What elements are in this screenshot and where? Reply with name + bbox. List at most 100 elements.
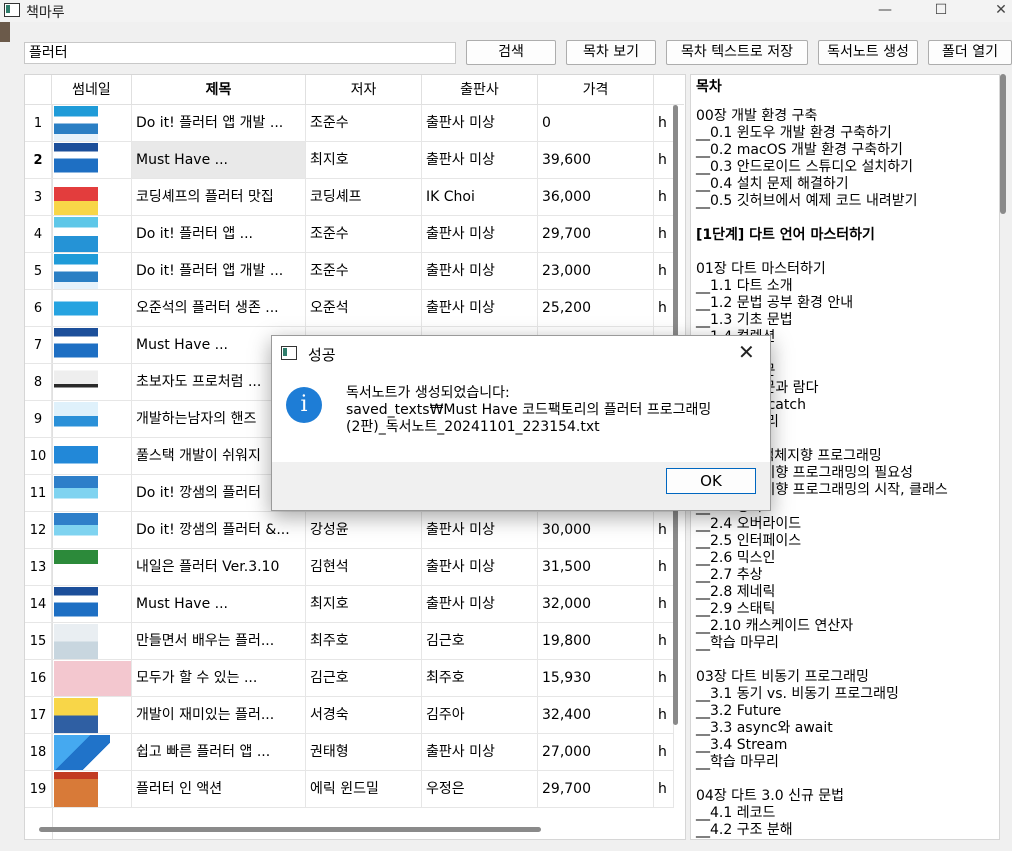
title-cell[interactable]: 플러터 인 액션 xyxy=(132,771,306,808)
toc-vertical-scrollbar[interactable] xyxy=(1000,74,1006,214)
title-cell[interactable]: 모두가 할 수 있는 ... xyxy=(132,660,306,697)
author-cell[interactable]: 조준수 xyxy=(306,253,422,290)
extra-cell[interactable]: h xyxy=(654,660,674,697)
price-cell[interactable]: 31,500 xyxy=(538,549,654,586)
price-cell[interactable]: 32,000 xyxy=(538,586,654,623)
author-cell[interactable]: 서경숙 xyxy=(306,697,422,734)
extra-cell[interactable]: h xyxy=(654,253,674,290)
book-cover-image xyxy=(54,402,98,437)
publisher-cell[interactable]: 우정은 xyxy=(422,771,538,808)
thumbnail-cell xyxy=(52,290,132,327)
success-dialog[interactable]: 성공 ✕ i 독서노트가 생성되었습니다: saved_texts₩Must H… xyxy=(271,335,771,511)
header-publisher[interactable]: 출판사 xyxy=(422,75,538,105)
extra-cell[interactable]: h xyxy=(654,586,674,623)
close-icon[interactable]: ✕ xyxy=(978,0,1012,22)
extra-cell[interactable]: h xyxy=(654,734,674,771)
close-icon[interactable]: ✕ xyxy=(738,340,755,364)
extra-cell[interactable]: h xyxy=(654,697,674,734)
extra-cell[interactable]: h xyxy=(654,105,674,142)
publisher-cell[interactable]: IK Choi xyxy=(422,179,538,216)
publisher-cell[interactable]: 출판사 미상 xyxy=(422,142,538,179)
price-cell[interactable]: 29,700 xyxy=(538,771,654,808)
extra-cell[interactable]: h xyxy=(654,290,674,327)
publisher-cell[interactable]: 김주아 xyxy=(422,697,538,734)
author-cell[interactable]: 에릭 윈드밀 xyxy=(306,771,422,808)
dialog-message-line: saved_texts₩Must Have 코드팩토리의 플러터 프로그래밍 xyxy=(346,402,712,418)
title-cell[interactable]: Do it! 깡샘의 플러터 &... xyxy=(132,512,306,549)
extra-cell[interactable]: h xyxy=(654,216,674,253)
title-cell[interactable]: 개발이 재미있는 플러... xyxy=(132,697,306,734)
price-cell[interactable]: 27,000 xyxy=(538,734,654,771)
publisher-cell[interactable]: 출판사 미상 xyxy=(422,253,538,290)
table-corner[interactable] xyxy=(25,75,52,105)
dialog-body: i 독서노트가 생성되었습니다: saved_texts₩Must Have 코… xyxy=(272,370,770,462)
title-cell[interactable]: 쉽고 빠른 플러터 앱 ... xyxy=(132,734,306,771)
author-cell[interactable]: 최주호 xyxy=(306,623,422,660)
title-cell[interactable]: Must Have ... xyxy=(132,586,306,623)
publisher-cell[interactable]: 출판사 미상 xyxy=(422,586,538,623)
extra-cell[interactable]: h xyxy=(654,179,674,216)
extra-cell[interactable]: h xyxy=(654,549,674,586)
folder-open-button[interactable]: 폴더 열기 xyxy=(928,40,1012,65)
publisher-cell[interactable]: 최주호 xyxy=(422,660,538,697)
toc-line: __학습 마무리 xyxy=(696,754,779,770)
title-cell[interactable]: Do it! 플러터 앱 개발 ... xyxy=(132,105,306,142)
title-cell[interactable]: Do it! 플러터 앱 ... xyxy=(132,216,306,253)
ok-button[interactable]: OK xyxy=(666,468,756,494)
extra-cell[interactable]: h xyxy=(654,512,674,549)
price-cell[interactable]: 15,930 xyxy=(538,660,654,697)
toc-save-text-button[interactable]: 목차 텍스트로 저장 xyxy=(666,40,808,65)
book-cover-image xyxy=(54,698,98,733)
toc-line: __2.9 스태틱 xyxy=(696,601,776,617)
title-cell[interactable]: 내일은 플러터 Ver.3.10 xyxy=(132,549,306,586)
thumbnail-cell xyxy=(52,142,132,179)
title-cell[interactable]: Must Have ... xyxy=(132,142,306,179)
title-cell[interactable]: Do it! 플러터 앱 개발 ... xyxy=(132,253,306,290)
price-cell[interactable]: 36,000 xyxy=(538,179,654,216)
row-number: 4 xyxy=(25,216,52,253)
extra-cell[interactable]: h xyxy=(654,623,674,660)
header-extra[interactable] xyxy=(654,75,684,105)
minimize-icon[interactable]: — xyxy=(862,0,908,22)
reading-note-create-button[interactable]: 독서노트 생성 xyxy=(818,40,918,65)
price-cell[interactable]: 25,200 xyxy=(538,290,654,327)
publisher-cell[interactable]: 출판사 미상 xyxy=(422,549,538,586)
author-cell[interactable]: 조준수 xyxy=(306,105,422,142)
price-cell[interactable]: 30,000 xyxy=(538,512,654,549)
author-cell[interactable]: 권태형 xyxy=(306,734,422,771)
author-cell[interactable]: 코딩셰프 xyxy=(306,179,422,216)
author-cell[interactable]: 조준수 xyxy=(306,216,422,253)
header-author[interactable]: 저자 xyxy=(306,75,422,105)
title-cell[interactable]: 오준석의 플러터 생존 ... xyxy=(132,290,306,327)
publisher-cell[interactable]: 김근호 xyxy=(422,623,538,660)
publisher-cell[interactable]: 출판사 미상 xyxy=(422,290,538,327)
extra-cell[interactable]: h xyxy=(654,142,674,179)
price-cell[interactable]: 39,600 xyxy=(538,142,654,179)
publisher-cell[interactable]: 출판사 미상 xyxy=(422,216,538,253)
publisher-cell[interactable]: 출판사 미상 xyxy=(422,105,538,142)
author-cell[interactable]: 강성윤 xyxy=(306,512,422,549)
author-cell[interactable]: 김근호 xyxy=(306,660,422,697)
price-cell[interactable]: 0 xyxy=(538,105,654,142)
search-input[interactable]: 플러터 xyxy=(24,42,456,64)
price-cell[interactable]: 29,700 xyxy=(538,216,654,253)
publisher-cell[interactable]: 출판사 미상 xyxy=(422,734,538,771)
author-cell[interactable]: 오준석 xyxy=(306,290,422,327)
author-cell[interactable]: 김현석 xyxy=(306,549,422,586)
header-title[interactable]: 제목 xyxy=(132,75,306,105)
header-price[interactable]: 가격 xyxy=(538,75,654,105)
publisher-cell[interactable]: 출판사 미상 xyxy=(422,512,538,549)
extra-cell[interactable]: h xyxy=(654,771,674,808)
header-thumbnail[interactable]: 썸네일 xyxy=(52,75,132,105)
author-cell[interactable]: 최지호 xyxy=(306,586,422,623)
price-cell[interactable]: 19,800 xyxy=(538,623,654,660)
title-cell[interactable]: 만들면서 배우는 플러... xyxy=(132,623,306,660)
price-cell[interactable]: 23,000 xyxy=(538,253,654,290)
maximize-icon[interactable]: ☐ xyxy=(918,0,964,22)
table-horizontal-scrollbar[interactable] xyxy=(39,827,541,832)
search-button[interactable]: 검색 xyxy=(466,40,556,65)
author-cell[interactable]: 최지호 xyxy=(306,142,422,179)
price-cell[interactable]: 32,400 xyxy=(538,697,654,734)
title-cell[interactable]: 코딩셰프의 플러터 맛집 xyxy=(132,179,306,216)
toc-view-button[interactable]: 목차 보기 xyxy=(566,40,656,65)
